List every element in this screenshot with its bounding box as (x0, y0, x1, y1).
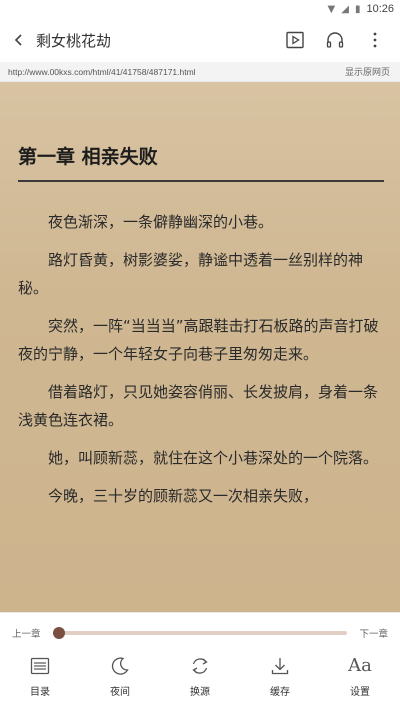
paragraph: 借着路灯，只见她姿容俏丽、长发披肩，身着一条浅黄色连衣裙。 (18, 383, 379, 429)
nav-cache[interactable]: 缓存 (250, 653, 310, 698)
nav-source-label: 换源 (190, 687, 210, 698)
nav-settings[interactable]: Aa 设置 (330, 653, 390, 698)
top-bar: 剩女桃花劫 (0, 18, 400, 62)
chapter-progress-slider[interactable] (52, 627, 348, 639)
nav-contents[interactable]: 目录 (10, 653, 70, 698)
progress-thumb[interactable] (52, 627, 65, 639)
nav-settings-label: 设置 (350, 687, 370, 698)
nav-night-mode[interactable]: 夜间 (90, 653, 150, 698)
chapter-progress-row: 上一章 下一章 (0, 625, 400, 641)
refresh-icon (192, 658, 208, 674)
paragraph: 夜色渐深，一条僻静幽深的小巷。 (48, 213, 274, 231)
play-box-icon (286, 31, 304, 49)
wifi-icon: ▼ (327, 3, 336, 15)
next-chapter-button[interactable]: 下一章 (359, 626, 388, 640)
moon-icon (111, 657, 129, 675)
title-divider (18, 180, 384, 182)
status-bar: ▼ ◢ ▮ 10:26 (0, 0, 400, 18)
reader-content[interactable]: 第一章 相亲失败 夜色渐深，一条僻静幽深的小巷。 路灯昏黄，树影婆娑，静谧中透着… (0, 82, 400, 612)
nav-contents-label: 目录 (30, 687, 50, 698)
nav-change-source[interactable]: 换源 (170, 653, 230, 698)
battery-icon: ▮ (354, 3, 361, 15)
nav-night-label: 夜间 (110, 687, 130, 698)
font-size-icon: Aa (348, 655, 372, 676)
paragraph: 今晚，三十岁的顾新蕊又一次相亲失败， (48, 487, 319, 505)
list-icon (30, 657, 50, 675)
listen-button[interactable] (322, 27, 348, 53)
bottom-nav: 目录 夜间 换源 缓存 Aa 设置 (0, 653, 400, 710)
bottom-panel: 上一章 下一章 目录 夜间 换源 缓存 Aa 设置 (0, 612, 400, 710)
url-bar: http://www.00kxs.com/html/41/41758/48717… (0, 62, 400, 82)
chapter-title: 第一章 相亲失败 (18, 146, 158, 168)
nav-cache-label: 缓存 (270, 687, 290, 698)
book-title: 剩女桃花劫 (36, 31, 112, 50)
more-vertical-icon (373, 32, 377, 48)
paragraph: 突然，一阵“当当当”高跟鞋击打石板路的声音打破夜的宁静，一个年轻女子向巷子里匆匆… (18, 317, 379, 363)
play-button[interactable] (282, 27, 308, 53)
paragraph: 她，叫顾新蕊，就住在这个小巷深处的一个院落。 (48, 449, 379, 467)
status-time: 10:26 (366, 3, 394, 15)
signal-icon: ◢ (341, 3, 349, 15)
back-button[interactable] (2, 18, 36, 62)
page-url: http://www.00kxs.com/html/41/41758/48717… (8, 66, 196, 77)
download-icon (271, 658, 289, 675)
chevron-left-icon (14, 34, 22, 46)
show-original-link[interactable]: 显示原网页 (345, 65, 390, 78)
headphones-icon (326, 32, 344, 48)
more-button[interactable] (362, 27, 388, 53)
chapter-body: 夜色渐深，一条僻静幽深的小巷。 路灯昏黄，树影婆娑，静谧中透着一丝别样的神秘。 … (18, 208, 384, 520)
prev-chapter-button[interactable]: 上一章 (12, 626, 41, 640)
paragraph: 路灯昏黄，树影婆娑，静谧中透着一丝别样的神秘。 (18, 251, 364, 297)
